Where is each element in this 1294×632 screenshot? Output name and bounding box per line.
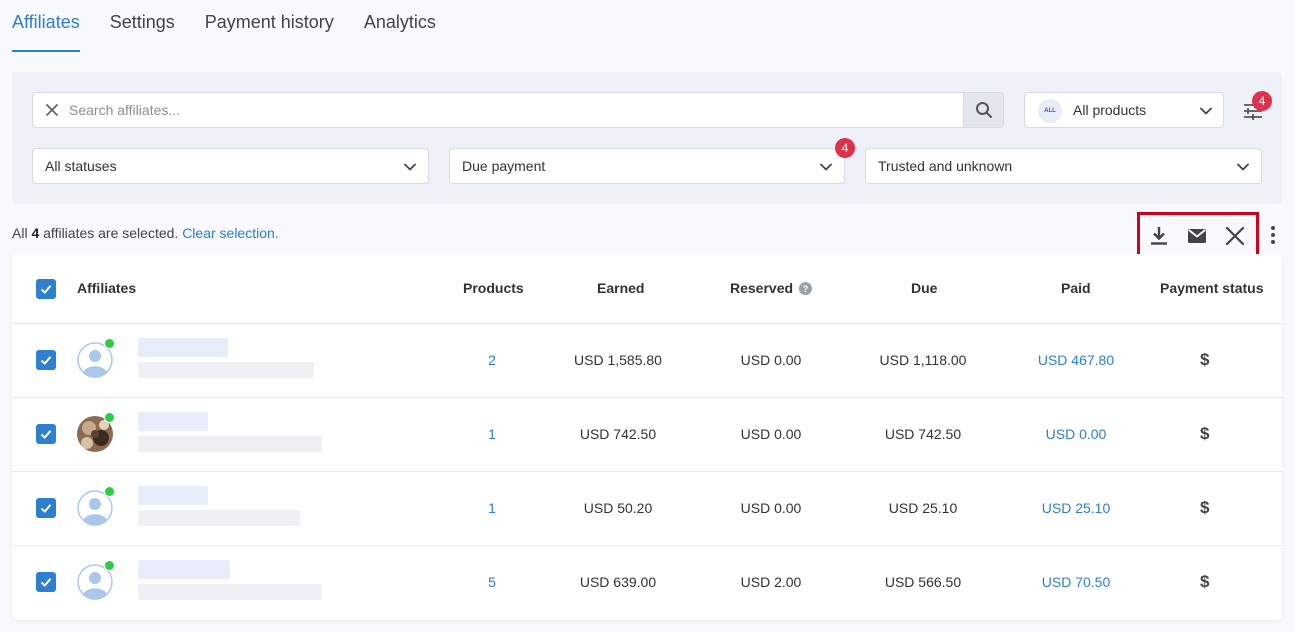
col-due[interactable]: Due <box>911 280 937 296</box>
product-select[interactable]: ALL All products <box>1024 92 1224 128</box>
tab-affiliates[interactable]: Affiliates <box>12 0 80 52</box>
due-amount: USD 1,118.00 <box>879 352 967 368</box>
paid-amount[interactable]: USD 0.00 <box>1026 426 1126 442</box>
affiliate-name-redacted[interactable] <box>138 486 208 505</box>
row-checkbox[interactable] <box>36 350 56 370</box>
product-select-label: All products <box>1073 102 1147 118</box>
chevron-down-icon <box>1237 163 1249 171</box>
search-box <box>32 92 1004 128</box>
payment-status-icon[interactable]: $ <box>1200 424 1209 444</box>
reserved-amount: USD 0.00 <box>740 426 802 442</box>
table-row[interactable]: 5 USD 639.00 USD 2.00 USD 566.50 USD 70.50 $ <box>12 546 1282 620</box>
col-paid[interactable]: Paid <box>1061 280 1091 296</box>
status-select-label: All statuses <box>45 158 117 174</box>
status-select[interactable]: All statuses <box>32 148 429 184</box>
tab-bar: Affiliates Settings Payment history Anal… <box>12 0 436 52</box>
bulk-actions-highlight <box>1137 212 1259 257</box>
paid-amount[interactable]: USD 25.10 <box>1026 500 1126 516</box>
checkmark-icon <box>40 356 52 365</box>
selection-suffix: affiliates are selected. <box>39 225 183 241</box>
chevron-down-icon <box>820 163 832 171</box>
help-icon[interactable]: ? <box>799 282 812 295</box>
affiliate-name-redacted[interactable] <box>138 560 230 579</box>
clear-search-icon[interactable] <box>43 101 61 119</box>
col-reserved[interactable]: Reserved <box>730 280 793 296</box>
payment-select-label: Due payment <box>462 158 546 174</box>
affiliate-email-redacted <box>138 510 300 526</box>
select-all-checkbox[interactable] <box>36 279 56 299</box>
payment-filter-badge: 4 <box>835 138 855 158</box>
table-header: Affiliates Products Earned Reserved ? Du… <box>12 254 1282 324</box>
download-icon[interactable] <box>1148 225 1170 247</box>
checkmark-icon <box>40 430 52 439</box>
more-options-icon[interactable] <box>1265 224 1281 246</box>
checkmark-icon <box>40 285 52 294</box>
affiliates-table: Affiliates Products Earned Reserved ? Du… <box>12 254 1282 620</box>
col-earned[interactable]: Earned <box>597 280 644 296</box>
online-status-dot <box>104 560 115 571</box>
email-icon[interactable] <box>1186 225 1208 247</box>
due-amount: USD 742.50 <box>884 426 962 442</box>
search-icon <box>975 102 992 118</box>
tab-settings[interactable]: Settings <box>110 0 175 52</box>
products-count[interactable]: 1 <box>487 426 497 442</box>
chevron-down-icon <box>1200 107 1212 115</box>
col-affiliates[interactable]: Affiliates <box>77 280 136 296</box>
products-count[interactable]: 2 <box>487 352 497 368</box>
earned-amount: USD 639.00 <box>579 574 657 590</box>
search-button[interactable] <box>963 93 1003 127</box>
tab-analytics[interactable]: Analytics <box>364 0 436 52</box>
trust-select[interactable]: Trusted and unknown <box>865 148 1262 184</box>
affiliate-name-redacted[interactable] <box>138 338 228 357</box>
online-status-dot <box>104 412 115 423</box>
products-count[interactable]: 5 <box>487 574 497 590</box>
search-input[interactable] <box>69 93 959 127</box>
reserved-amount: USD 0.00 <box>740 500 802 516</box>
trust-select-label: Trusted and unknown <box>878 158 1013 174</box>
clear-selection-link[interactable]: Clear selection. <box>182 225 279 241</box>
paid-amount[interactable]: USD 70.50 <box>1026 574 1126 590</box>
payment-status-icon[interactable]: $ <box>1200 498 1209 518</box>
payment-status-icon[interactable]: $ <box>1200 350 1209 370</box>
filter-panel: ALL All products 4 All statuses Due paym… <box>12 72 1282 204</box>
affiliate-email-redacted <box>138 436 322 452</box>
table-row[interactable]: 1 USD 50.20 USD 0.00 USD 25.10 USD 25.10 $ <box>12 472 1282 546</box>
row-checkbox[interactable] <box>36 572 56 592</box>
payment-select[interactable]: Due payment <box>449 148 845 184</box>
online-status-dot <box>104 486 115 497</box>
checkmark-icon <box>40 504 52 513</box>
affiliate-email-redacted <box>138 362 314 378</box>
checkmark-icon <box>40 578 52 587</box>
due-amount: USD 25.10 <box>888 500 958 516</box>
paid-amount[interactable]: USD 467.80 <box>1026 352 1126 368</box>
row-checkbox[interactable] <box>36 424 56 444</box>
payment-status-icon[interactable]: $ <box>1200 572 1209 592</box>
table-row[interactable]: 2 USD 1,585.80 USD 0.00 USD 1,118.00 USD 467… <box>12 324 1282 398</box>
all-products-badge: ALL <box>1038 99 1062 123</box>
tab-payment-history[interactable]: Payment history <box>205 0 334 52</box>
chevron-down-icon <box>404 163 416 171</box>
col-products[interactable]: Products <box>463 280 524 296</box>
close-icon[interactable] <box>1224 225 1246 247</box>
earned-amount: USD 1,585.80 <box>574 352 662 368</box>
earned-amount: USD 742.50 <box>579 426 657 442</box>
online-status-dot <box>104 338 115 349</box>
filter-count-badge: 4 <box>1252 91 1272 111</box>
col-payment-status[interactable]: Payment status <box>1160 280 1263 296</box>
due-amount: USD 566.50 <box>884 574 962 590</box>
selection-prefix: All <box>12 225 32 241</box>
reserved-amount: USD 2.00 <box>740 574 802 590</box>
earned-amount: USD 50.20 <box>583 500 653 516</box>
affiliate-email-redacted <box>138 584 322 600</box>
affiliate-name-redacted[interactable] <box>138 412 208 431</box>
reserved-amount: USD 0.00 <box>740 352 802 368</box>
table-row[interactable]: 1 USD 742.50 USD 0.00 USD 742.50 USD 0.00 $ <box>12 398 1282 472</box>
selection-info: All 4 affiliates are selected. Clear sel… <box>12 225 279 241</box>
row-checkbox[interactable] <box>36 498 56 518</box>
products-count[interactable]: 1 <box>487 500 497 516</box>
